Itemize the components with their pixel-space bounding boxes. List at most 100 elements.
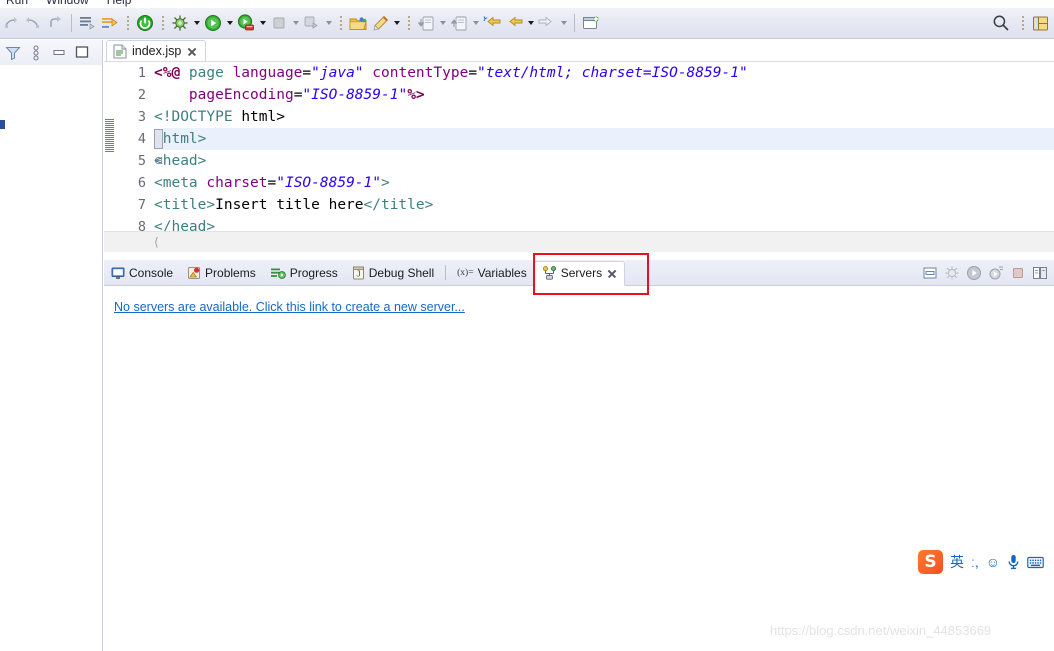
external-tools-dropdown-arrow[interactable]: [391, 12, 402, 34]
left-view-body[interactable]: [0, 65, 102, 650]
ime-emoji-icon[interactable]: ☺: [986, 554, 1000, 570]
external-tools-icon[interactable]: [369, 12, 391, 34]
code-token: "ISO-8859-1": [276, 175, 381, 191]
create-new-server-link[interactable]: No servers are available. Click this lin…: [114, 300, 465, 314]
close-icon[interactable]: [606, 268, 617, 279]
start-server-icon[interactable]: [964, 263, 984, 283]
stop-dropdown-arrow[interactable]: [290, 12, 301, 34]
tab-variables[interactable]: (x)= Variables: [450, 260, 534, 286]
tab-label: Console: [129, 265, 174, 280]
save-icon[interactable]: [99, 12, 121, 34]
minimize-icon[interactable]: [920, 263, 940, 283]
toolbar-group-debug-steps: [0, 10, 66, 36]
toolbar-group-edit: [77, 10, 121, 36]
step-over-icon[interactable]: [0, 12, 22, 34]
toolbar-group-transfer: [415, 10, 569, 36]
run-on-server-icon[interactable]: [235, 12, 257, 34]
toolbar-separator: [71, 14, 72, 32]
tab-problems[interactable]: Problems: [180, 260, 263, 286]
line-number: 5: [137, 153, 146, 169]
stop-server-icon[interactable]: [1008, 263, 1028, 283]
ime-punctuation-mode[interactable]: ː,: [971, 554, 979, 570]
view-menu-icon[interactable]: [26, 43, 46, 63]
sogou-logo-icon[interactable]: S: [918, 550, 943, 574]
line-number: 2: [137, 87, 146, 103]
import-icon[interactable]: [415, 12, 437, 34]
tab-debug-shell[interactable]: J Debug Shell: [345, 260, 441, 286]
import-dropdown-arrow[interactable]: [437, 12, 448, 34]
line-number: 6: [137, 175, 146, 191]
editor-horizontal-scrollbar[interactable]: ⟨: [104, 231, 1054, 252]
changed-lines-marker: [105, 118, 114, 152]
line-number-gutter: 1 2 3 4 5 6 7 8: [116, 62, 154, 232]
debug-server-icon[interactable]: [942, 263, 962, 283]
code-token: %>: [407, 87, 425, 103]
microphone-icon[interactable]: [1007, 554, 1020, 570]
bottom-tab-bar: Console Problems Progress J Debug Shell …: [104, 260, 1054, 286]
code-editor[interactable]: 1 2 3 4 5 6 7 8 ⊖ ⊖ <%@ page language="j…: [104, 61, 1054, 232]
problems-icon: [187, 266, 201, 280]
new-wizard-icon[interactable]: [77, 12, 99, 34]
line-number: 8: [137, 219, 146, 232]
step-into-icon[interactable]: [44, 12, 66, 34]
next-annotation-icon[interactable]: [481, 12, 503, 34]
debug-icon[interactable]: [169, 12, 191, 34]
back-dropdown-arrow[interactable]: [525, 12, 536, 34]
variables-icon: (x)=: [457, 267, 474, 278]
code-token: =: [267, 175, 277, 191]
editor-tab-index-jsp[interactable]: index.jsp: [106, 40, 207, 61]
filter-icon[interactable]: [3, 43, 23, 63]
code-token: <meta: [154, 175, 207, 191]
debug-dropdown-arrow[interactable]: [191, 12, 202, 34]
servers-icon: [542, 266, 557, 280]
close-icon[interactable]: [186, 46, 197, 57]
code-token: html>: [241, 109, 285, 125]
open-perspective-icon[interactable]: [1029, 12, 1051, 34]
ime-floating-toolbar: S 英 ː, ☺: [918, 549, 1045, 575]
editor-marker-bar[interactable]: [104, 62, 116, 232]
export-icon[interactable]: [448, 12, 470, 34]
open-resource-icon[interactable]: [347, 12, 369, 34]
code-line: <title>Insert title here</title>: [154, 194, 1054, 216]
code-text-lines[interactable]: <%@ page language="java" contentType="te…: [154, 62, 1054, 232]
forward-dropdown-arrow[interactable]: [558, 12, 569, 34]
servers-view-body[interactable]: No servers are available. Click this lin…: [104, 286, 1054, 651]
editor-area: index.jsp 1 2 3 4 5 6 7 8 ⊖ ⊖: [104, 40, 1054, 252]
run-icon[interactable]: [202, 12, 224, 34]
minimize-view-icon[interactable]: [49, 43, 69, 63]
code-token: charset: [206, 175, 268, 191]
text-caret: [154, 129, 163, 149]
publish-icon[interactable]: [301, 12, 323, 34]
publish-dropdown-arrow[interactable]: [323, 12, 334, 34]
line-number: 7: [137, 197, 146, 213]
new-window-icon[interactable]: [580, 12, 602, 34]
menu-item-run[interactable]: Run: [6, 0, 28, 7]
run-on-server-dropdown-arrow[interactable]: [257, 12, 268, 34]
scroll-left-icon[interactable]: ⟨: [154, 235, 159, 249]
bottom-view-stack: Console Problems Progress J Debug Shell …: [104, 256, 1054, 651]
forward-icon[interactable]: [536, 12, 558, 34]
console-icon: [111, 266, 125, 280]
bottom-view-toolbar: [920, 260, 1050, 286]
toolbar-dot-separator-5: [1019, 13, 1026, 33]
menu-item-help[interactable]: Help: [107, 0, 132, 7]
tab-console[interactable]: Console: [104, 260, 180, 286]
terminate-all-icon[interactable]: [134, 12, 156, 34]
menu-bar: Run Window Help: [0, 0, 1054, 8]
export-dropdown-arrow[interactable]: [470, 12, 481, 34]
tab-servers[interactable]: Servers: [533, 260, 626, 286]
step-return-icon[interactable]: [22, 12, 44, 34]
run-dropdown-arrow[interactable]: [224, 12, 235, 34]
maximize-view-icon[interactable]: [72, 43, 92, 63]
stop-icon[interactable]: [268, 12, 290, 34]
search-icon[interactable]: [990, 12, 1012, 34]
line-number: 4: [137, 131, 146, 147]
publish-server-icon[interactable]: [1030, 263, 1050, 283]
profile-server-icon[interactable]: [986, 263, 1006, 283]
tab-progress[interactable]: Progress: [263, 260, 345, 286]
keyboard-icon[interactable]: [1027, 556, 1044, 569]
ime-language-mode[interactable]: 英: [950, 552, 964, 572]
menu-item-window[interactable]: Window: [46, 0, 89, 7]
toolbar-dot-separator-3: [337, 13, 344, 33]
back-icon[interactable]: [503, 12, 525, 34]
